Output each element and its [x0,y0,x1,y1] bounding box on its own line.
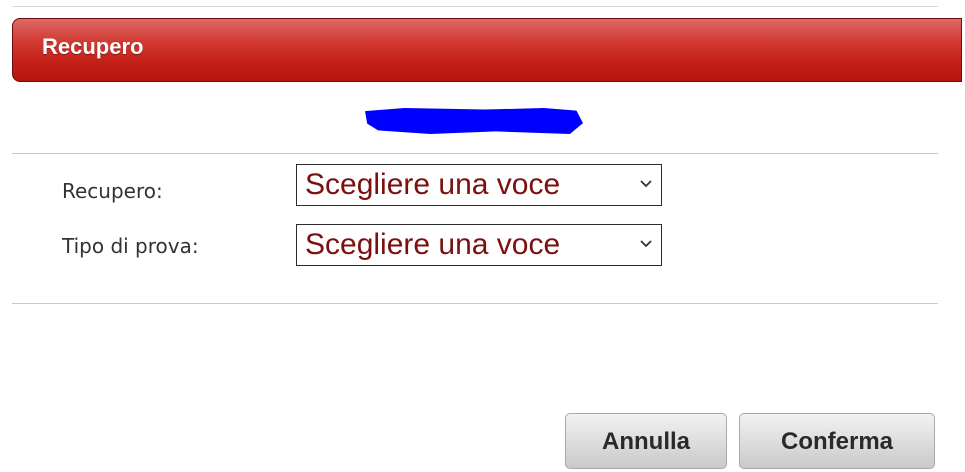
tipo-di-prova-select-value: Scegliere una voce [305,228,561,261]
cancel-button[interactable]: Annulla [565,413,727,469]
chevron-down-icon [640,240,652,248]
form-top-divider [12,153,938,154]
tipo-di-prova-select[interactable]: Scegliere una voce [296,224,662,266]
recupero-select-value: Scegliere una voce [305,168,561,201]
chevron-down-icon [640,180,652,188]
top-divider [12,6,938,7]
recupero-select[interactable]: Scegliere una voce [296,164,662,206]
confirm-button[interactable]: Conferma [739,413,935,469]
recupero-label: Recupero: [62,179,163,203]
redaction-mark [365,108,583,134]
form-bottom-divider [12,303,938,304]
dialog-title: Recupero [42,34,144,59]
dialog-title-bar [12,18,962,82]
tipo-di-prova-label: Tipo di prova: [62,234,199,258]
